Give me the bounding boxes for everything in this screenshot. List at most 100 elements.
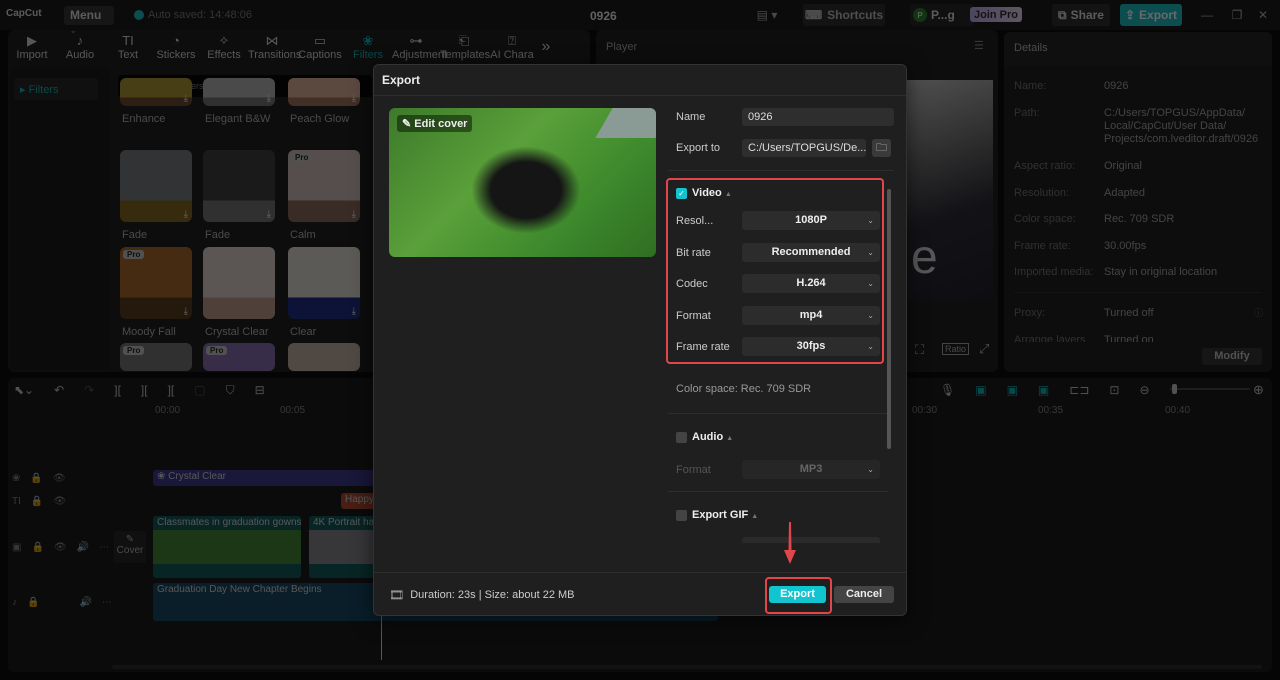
- ratio-button[interactable]: Ratio: [942, 343, 970, 355]
- video-clip[interactable]: Classmates in graduation gowns: [153, 516, 301, 578]
- resol-select[interactable]: 1080P ⌄: [742, 211, 880, 230]
- gif-checkbox[interactable]: [676, 510, 687, 521]
- tab-import[interactable]: ▶ Import: [8, 30, 56, 66]
- gif-section-title[interactable]: Export GIF ▲: [692, 509, 758, 521]
- more-icon[interactable]: ⋯: [99, 542, 109, 553]
- sidebar-item-filters[interactable]: ▸ Filters: [14, 78, 98, 100]
- tab-ai-chara[interactable]: ⍰ AI Chara: [488, 30, 536, 66]
- filter-card[interactable]: ⤓: [120, 78, 192, 106]
- tab-text[interactable]: TI Text: [104, 30, 152, 66]
- download-icon[interactable]: ⤓: [184, 209, 188, 220]
- cancel-button[interactable]: Cancel: [834, 586, 894, 603]
- video-clip[interactable]: 4K Portrait ha: [309, 516, 383, 578]
- eye-icon[interactable]: 👁: [54, 542, 67, 553]
- tab-audio[interactable]: ♪ Audio: [56, 30, 104, 66]
- magnet-icon[interactable]: ▣: [1007, 383, 1018, 397]
- restore-icon[interactable]: ❐: [1230, 4, 1244, 26]
- folder-browse-button[interactable]: 🗀: [872, 139, 891, 157]
- fit-icon[interactable]: ⛶: [915, 342, 924, 358]
- tab-templates[interactable]: ⎗ Templates: [440, 30, 490, 66]
- share-button[interactable]: ⧉ Share: [1052, 4, 1110, 26]
- split-left-icon[interactable]: ][: [141, 383, 148, 398]
- marker-icon[interactable]: ⛉: [226, 383, 235, 398]
- lock-icon[interactable]: 🔒: [30, 473, 42, 484]
- zoom-in-icon[interactable]: ⊕: [1253, 382, 1264, 398]
- select-tool-icon[interactable]: ⬉⌄: [14, 383, 34, 398]
- redo-icon[interactable]: ↷: [84, 383, 94, 398]
- zoom-fit-icon[interactable]: ⊡: [1109, 383, 1119, 397]
- tab-filters[interactable]: ❀ Filters: [344, 30, 392, 66]
- gif-resolution-select[interactable]: [742, 537, 880, 543]
- audio-format-select[interactable]: MP3 ⌄: [742, 460, 880, 479]
- cover-button[interactable]: ✎ Cover: [114, 531, 146, 563]
- codec-select[interactable]: H.264 ⌄: [742, 274, 880, 293]
- caption-icon[interactable]: ⊟: [255, 383, 265, 398]
- download-icon[interactable]: ⤓: [267, 209, 271, 220]
- user-account[interactable]: P P...g: [910, 4, 974, 26]
- frame-rate-select[interactable]: 30fps ⌄: [742, 337, 880, 356]
- menu-button[interactable]: Menu ⌄: [64, 6, 114, 35]
- bit-rate-select[interactable]: Recommended ⌄: [742, 242, 880, 262]
- format-select[interactable]: mp4 ⌄: [742, 305, 880, 325]
- filter-card[interactable]: ⤓: [288, 78, 360, 106]
- tab-stickers[interactable]: ◔ Stickers: [152, 30, 200, 66]
- filter-card[interactable]: Pro: [203, 343, 275, 371]
- filter-card[interactable]: ⤓: [203, 78, 275, 106]
- lock-icon[interactable]: 🔒: [27, 597, 39, 608]
- download-icon[interactable]: ⤓: [352, 306, 356, 317]
- filter-card[interactable]: ⤓: [203, 150, 275, 222]
- eye-icon[interactable]: 👁: [53, 496, 66, 507]
- audio-section-title[interactable]: Audio ▲: [692, 431, 733, 443]
- help-icon[interactable]: ⓘ: [1254, 306, 1263, 319]
- filter-card[interactable]: Pro ⤓: [120, 247, 192, 319]
- more-icon[interactable]: ⋯: [102, 597, 112, 608]
- undo-icon[interactable]: ↶: [54, 383, 64, 398]
- preview-axis-icon[interactable]: ⊏⊐: [1069, 383, 1089, 397]
- tab-captions[interactable]: ▭ Captions: [296, 30, 344, 66]
- lock-icon[interactable]: 🔒: [31, 542, 43, 553]
- modify-button[interactable]: Modify: [1202, 348, 1262, 365]
- filter-card[interactable]: Pro: [120, 343, 192, 371]
- split-right-icon[interactable]: ][: [168, 383, 175, 398]
- download-icon[interactable]: ⤓: [267, 93, 271, 104]
- timeline-scrollbar[interactable]: [112, 665, 1262, 669]
- shortcuts-button[interactable]: ⌨ Shortcuts: [803, 4, 885, 26]
- layout-icon[interactable]: ▤ ▾: [752, 4, 782, 26]
- tab-transitions[interactable]: ⋈ Transitions: [248, 30, 301, 66]
- tab-effects[interactable]: ✧ Effects: [200, 30, 248, 66]
- minimize-icon[interactable]: —: [1200, 4, 1214, 26]
- zoom-slider-handle[interactable]: [1172, 384, 1177, 394]
- volume-icon[interactable]: 🔊: [79, 597, 91, 608]
- link-main-track-icon[interactable]: ▣: [975, 383, 986, 397]
- audio-checkbox[interactable]: [676, 432, 687, 443]
- filter-card[interactable]: [203, 247, 275, 319]
- download-icon[interactable]: ⤓: [352, 93, 356, 104]
- cover-preview[interactable]: ✎ Edit cover: [389, 108, 656, 257]
- download-icon[interactable]: ⤓: [184, 93, 188, 104]
- download-icon[interactable]: ⤓: [352, 209, 356, 220]
- microphone-icon[interactable]: 🎙: [940, 383, 955, 397]
- close-icon[interactable]: ✕: [1256, 4, 1270, 26]
- zoom-slider[interactable]: [1170, 384, 1250, 394]
- hamburger-menu-icon[interactable]: ☰: [974, 39, 984, 52]
- export-button[interactable]: Export: [769, 586, 826, 603]
- lock-icon[interactable]: 🔒: [31, 496, 43, 507]
- join-pro-button[interactable]: Join Pro: [970, 7, 1022, 22]
- video-checkbox[interactable]: ✓: [676, 188, 687, 199]
- more-tools-icon[interactable]: »: [536, 30, 556, 66]
- video-section-title[interactable]: Video ▲: [692, 187, 732, 199]
- filter-card[interactable]: [288, 343, 360, 371]
- volume-icon[interactable]: 🔊: [77, 542, 89, 553]
- export-path-input[interactable]: C:/Users/TOPGUS/De...: [742, 139, 866, 157]
- linkage-icon[interactable]: ▣: [1038, 383, 1049, 397]
- edit-cover-button[interactable]: ✎ Edit cover: [397, 115, 473, 132]
- zoom-out-icon[interactable]: ⊖: [1139, 383, 1149, 397]
- name-input[interactable]: 0926: [742, 108, 894, 126]
- filter-card[interactable]: ⤓: [288, 247, 360, 319]
- export-top-button[interactable]: ⇪ Export: [1120, 4, 1182, 26]
- fullscreen-icon[interactable]: ⤢: [979, 341, 989, 357]
- filter-card[interactable]: ⤓: [120, 150, 192, 222]
- filter-card[interactable]: Pro ⤓: [288, 150, 360, 222]
- split-icon[interactable]: ][: [114, 383, 121, 398]
- tab-adjustment[interactable]: ⊶ Adjustment: [392, 30, 447, 66]
